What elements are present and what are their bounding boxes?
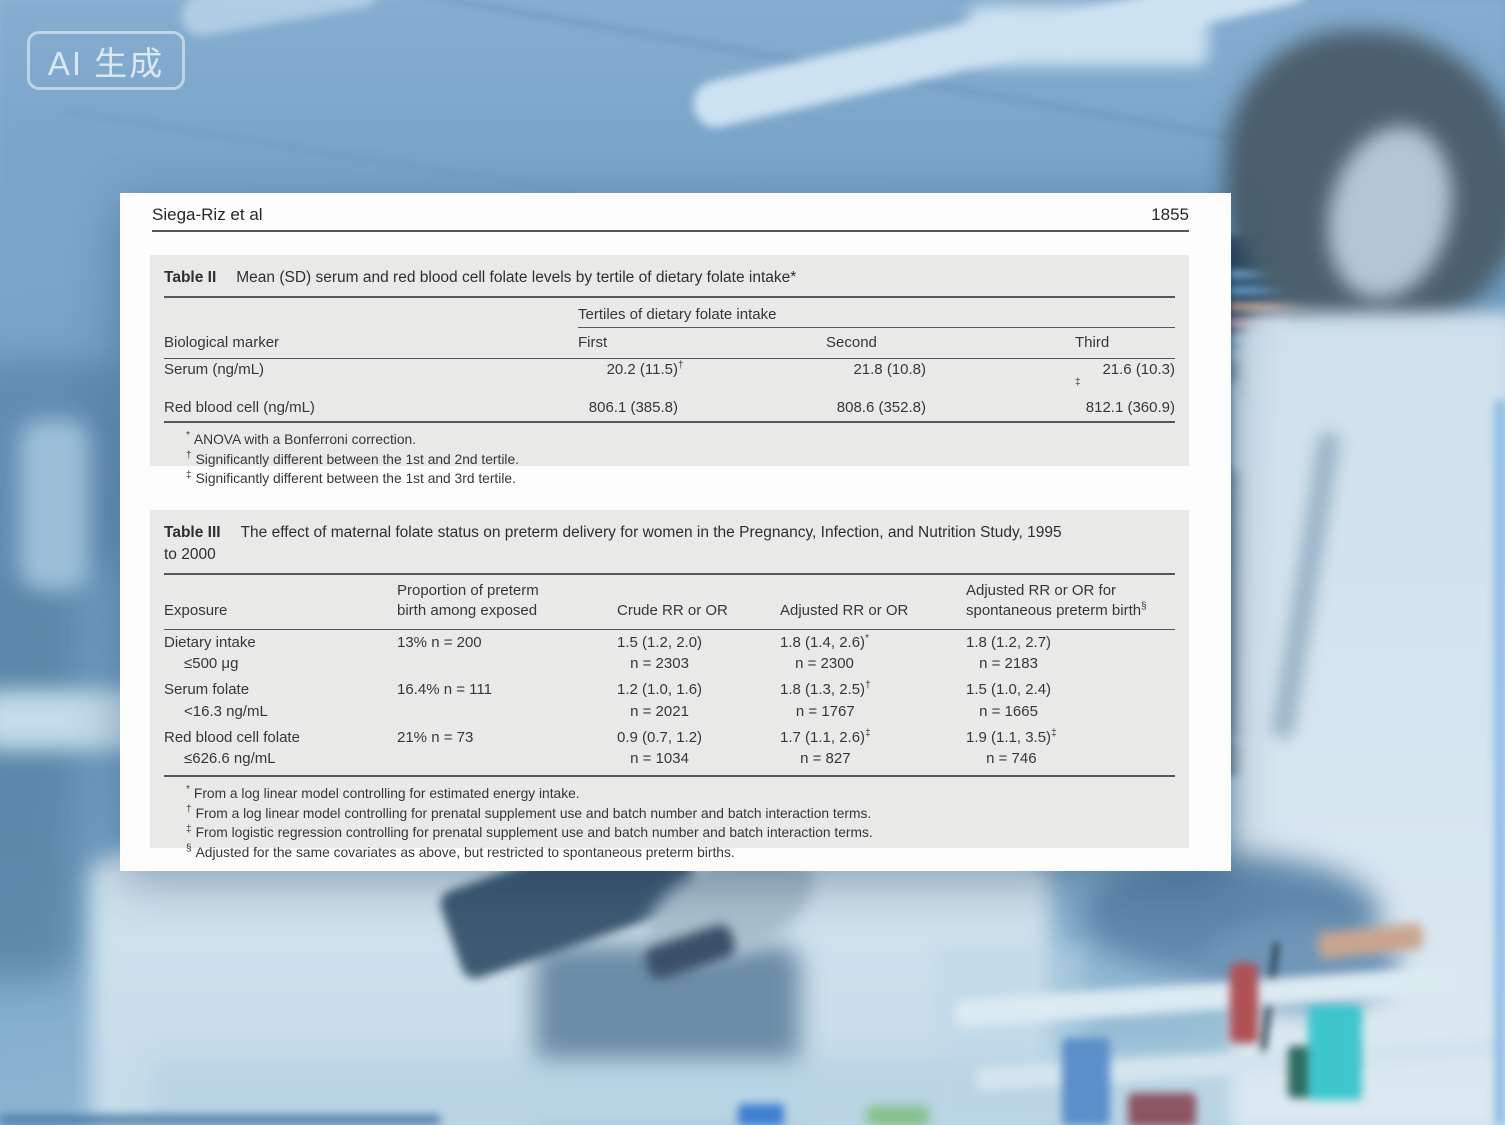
green-object [866, 1106, 930, 1125]
cell-proportion: 16.4% n = 111 [397, 679, 617, 701]
table2-block: Table II Mean (SD) serum and red blood ce… [150, 255, 1189, 466]
table2-bottom-rule [164, 421, 1175, 423]
row-sublabel: ≤626.6 ng/mL [164, 748, 397, 770]
col-header-crude: Crude RR or OR [617, 601, 780, 621]
cell-value: 1.8 (1.3, 2.5)† [780, 679, 871, 701]
cell-n: n = 1034 [630, 750, 689, 767]
test-tube-teal [1308, 1005, 1362, 1100]
col-header-third: Third [1075, 334, 1175, 351]
cell-proportion: 21% n = 73 [397, 727, 617, 749]
row-label: Serum (ng/mL) [164, 361, 578, 395]
cell-n: n = 2021 [630, 703, 689, 720]
ceiling-light [968, 6, 1208, 66]
screen-edge-glow [1495, 400, 1505, 1125]
cell-n: n = 2183 [979, 655, 1038, 672]
row-label: Red blood cell folate [164, 727, 397, 749]
table3-header-row: Exposure Proportion of preterm birth amo… [164, 575, 1175, 630]
table2-caption: Mean (SD) serum and red blood cell folat… [236, 269, 796, 286]
cell-n: n = 1665 [979, 703, 1038, 720]
row-label: Serum folate [164, 679, 397, 701]
cell-value: 1.5 (1.2, 2.0) [617, 632, 702, 654]
col-header-proportion: Proportion of preterm birth among expose… [397, 581, 617, 622]
running-header: Siega-Riz et al 1855 [152, 205, 1189, 225]
cell-n: n = 827 [800, 750, 850, 767]
table3-label: Table III [164, 524, 221, 541]
table2-header-row: Biological marker First Second Third [164, 328, 1175, 359]
row-sublabel: ≤500 μg [164, 653, 397, 675]
footnote: *From a log linear model controlling for… [186, 784, 1175, 804]
table-row: Red blood cell folate ≤626.6 ng/mL 21% n… [164, 725, 1175, 773]
row-label: Dietary intake [164, 632, 397, 654]
cell-value: 812.1 (360.9) [1075, 399, 1175, 416]
table3-caption: The effect of maternal folate status on … [241, 524, 1062, 541]
screenshot-canvas: AI 生成 Siega-Riz et al 1855 Table II Mean … [0, 0, 1505, 1125]
table-row: Serum folate <16.3 ng/mL 16.4% n = 111 1… [164, 677, 1175, 725]
table3-bottom-rule [164, 775, 1175, 777]
cell-n: n = 2303 [630, 655, 689, 672]
paper-page: Siega-Riz et al 1855 Table II Mean (SD) s… [120, 193, 1231, 871]
table3-title: Table III The effect of maternal folate s… [164, 522, 1175, 566]
test-tube-maroon [1128, 1093, 1196, 1125]
table-row: Serum (ng/mL) 20.2 (11.5)† 21.8 (10.8) 2… [164, 359, 1175, 397]
cell-value: 1.7 (1.1, 2.6)‡ [780, 727, 871, 749]
background-person-left [0, 560, 80, 980]
cell-value: 808.6 (352.8) [826, 399, 926, 416]
cell-value: 0.9 (0.7, 1.2) [617, 727, 702, 749]
test-tube-red [1230, 963, 1258, 1043]
footnote: §Adjusted for the same covariates as abo… [186, 843, 1175, 863]
cell-value: 1.5 (1.0, 2.4) [966, 679, 1051, 701]
table2-label: Table II [164, 269, 216, 286]
cell-value: 1.8 (1.2, 2.7) [966, 632, 1051, 654]
ai-generated-badge-label: AI 生成 [48, 37, 164, 85]
footnote: *ANOVA with a Bonferroni correction. [186, 430, 1175, 450]
cell-n: n = 2300 [795, 655, 854, 672]
col-header-exposure: Exposure [164, 601, 397, 621]
footnote: ‡Significantly different between the 1st… [186, 469, 1175, 489]
cell-proportion: 13% n = 200 [397, 632, 617, 654]
table2-title: Table II Mean (SD) serum and red blood ce… [164, 267, 1175, 289]
table3-block: Table III The effect of maternal folate s… [150, 510, 1189, 848]
ai-generated-badge: AI 生成 [27, 31, 185, 90]
cell-value: 806.1 (385.8) [578, 399, 678, 416]
table3-footnotes: *From a log linear model controlling for… [186, 784, 1175, 862]
cell-value: 1.8 (1.4, 2.6)* [780, 632, 869, 654]
table2-top-rule [164, 296, 1175, 298]
table-row: Dietary intake ≤500 μg 13% n = 200 1.5 (… [164, 630, 1175, 678]
blue-object [738, 1104, 784, 1125]
footnote: †Significantly different between the 1st… [186, 450, 1175, 470]
table2-footnotes: *ANOVA with a Bonferroni correction. †Si… [186, 430, 1175, 489]
cell-value: 20.2 (11.5) [578, 361, 678, 378]
table-row: Red blood cell (ng/mL) 806.1 (385.8) 808… [164, 397, 1175, 418]
cell-n: n = 746 [986, 750, 1036, 767]
row-label: Red blood cell (ng/mL) [164, 399, 578, 416]
table2-spanner: Tertiles of dietary folate intake [578, 300, 1175, 328]
col-header-adjusted: Adjusted RR or OR [780, 601, 966, 621]
cell-value: 21.6 (10.3) [1075, 361, 1175, 378]
cell-n: n = 1767 [796, 703, 855, 720]
col-header-spontaneous: Adjusted RR or OR for spontaneous preter… [966, 581, 1175, 622]
author-header: Siega-Riz et al [152, 205, 263, 225]
test-tube-blue [1062, 1038, 1110, 1125]
table2-spanner-row: Tertiles of dietary folate intake [164, 300, 1175, 328]
cell-value: 1.9 (1.1, 3.5)‡ [966, 727, 1057, 749]
footnote: ‡From logistic regression controlling fo… [186, 823, 1175, 843]
bench-edge [0, 1115, 440, 1125]
col-header-first: First [578, 334, 826, 351]
table3-caption-cont: to 2000 [164, 546, 216, 563]
cell-value: 1.2 (1.0, 1.6) [617, 679, 702, 701]
lab-glassware [20, 420, 90, 590]
footnote: †From a log linear model controlling for… [186, 804, 1175, 824]
row-sublabel: <16.3 ng/mL [164, 701, 397, 723]
header-rule [152, 230, 1189, 232]
col-header-second: Second [826, 334, 1075, 351]
cell-value: 21.8 (10.8) [826, 361, 926, 378]
col-header-marker: Biological marker [164, 334, 578, 351]
page-number: 1855 [1151, 205, 1189, 225]
